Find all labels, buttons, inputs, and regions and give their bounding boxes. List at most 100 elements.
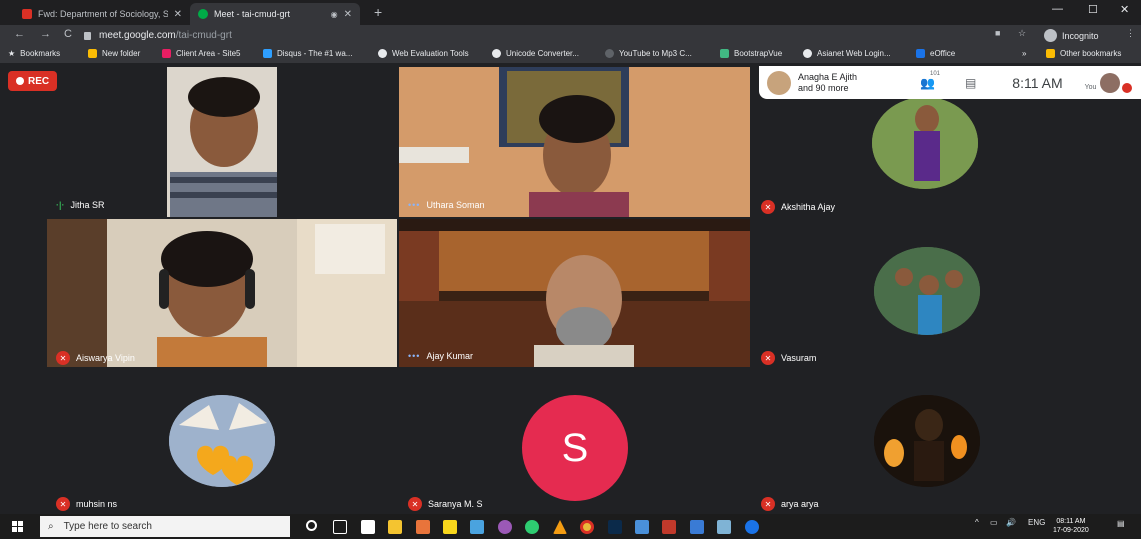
- bookmark-star-icon[interactable]: ☆: [1018, 28, 1026, 39]
- bookmark-item[interactable]: Asianet Web Login...: [803, 49, 891, 58]
- participant-tile[interactable]: ·|· Jitha SR: [47, 67, 397, 217]
- system-clock[interactable]: 08:11 AM 17-09-2020: [1053, 517, 1089, 535]
- participants-summary[interactable]: Anagha E Ajith and 90 more: [798, 72, 898, 94]
- bookmark-item[interactable]: eOffice: [916, 49, 955, 58]
- video-feed: [47, 67, 397, 217]
- sticky-notes-icon[interactable]: [443, 520, 457, 534]
- bookmark-item[interactable]: Unicode Converter...: [492, 49, 579, 58]
- menu-icon[interactable]: ⋮: [1126, 28, 1135, 39]
- store-icon[interactable]: [361, 520, 375, 534]
- app-icon[interactable]: [525, 520, 539, 534]
- tab-label: Fwd: Department of Sociology, S: [38, 9, 168, 19]
- participant-name: ✕ Akshitha Ajay: [761, 200, 835, 214]
- bookmark-item[interactable]: BootstrapVue: [720, 49, 782, 58]
- screen: Fwd: Department of Sociology, S ✕ Meet -…: [0, 0, 1141, 539]
- people-icon: 👥: [920, 75, 935, 90]
- tab-gmail[interactable]: Fwd: Department of Sociology, S ✕: [14, 3, 190, 25]
- search-placeholder: Type here to search: [63, 521, 152, 532]
- globe-icon: [605, 49, 614, 58]
- close-tab-icon[interactable]: ✕: [344, 9, 352, 20]
- bookmark-item[interactable]: Other bookmarks: [1046, 49, 1121, 58]
- record-dot-icon: [16, 77, 24, 85]
- bookmark-label: Client Area - Site5: [176, 49, 241, 58]
- participant-tile[interactable]: ••• Ajay Kumar: [399, 219, 750, 367]
- windows-start-icon[interactable]: [12, 521, 23, 532]
- photoshop-icon[interactable]: [608, 520, 622, 534]
- bookmark-item[interactable]: YouTube to Mp3 C...: [605, 49, 692, 58]
- edge-icon[interactable]: [745, 520, 759, 534]
- task-view-icon[interactable]: [333, 520, 347, 534]
- incognito-badge[interactable]: Incognito: [1044, 27, 1099, 44]
- camera-indicator-icon[interactable]: ■: [995, 28, 1000, 38]
- maximize-icon[interactable]: ☐: [1088, 3, 1098, 16]
- app-icon[interactable]: [470, 520, 484, 534]
- lock-icon: [84, 31, 91, 40]
- filezilla-icon[interactable]: [662, 520, 676, 534]
- bookmark-item[interactable]: New folder: [88, 49, 140, 58]
- bookmark-label: Other bookmarks: [1060, 49, 1122, 58]
- participant-tile[interactable]: ✕ arya arya: [752, 369, 1102, 514]
- app-icon[interactable]: [635, 520, 649, 534]
- participant-name: ✕ Saranya M. S: [408, 497, 483, 511]
- bookmark-item[interactable]: Disqus - The #1 wa...: [263, 49, 352, 58]
- bookmark-item[interactable]: Client Area - Site5: [162, 49, 240, 58]
- participant-tile[interactable]: ••• Uthara Soman: [399, 67, 750, 217]
- avatar-photo: [169, 395, 275, 487]
- new-tab-icon[interactable]: +: [374, 4, 382, 20]
- url-host: meet.google.com: [99, 30, 176, 41]
- participant-tile[interactable]: ✕ Aiswarya Vipin: [47, 219, 397, 367]
- participant-tile[interactable]: ✕ muhsin ns: [47, 369, 397, 514]
- video-feed: [47, 219, 397, 367]
- mic-off-badge-icon: [1122, 82, 1133, 93]
- app-icon[interactable]: [416, 520, 430, 534]
- chat-button[interactable]: ▤: [965, 76, 976, 90]
- eoffice-icon: [916, 49, 925, 58]
- site5-icon: [162, 49, 171, 58]
- recording-badge: REC: [8, 71, 58, 91]
- close-window-icon[interactable]: ✕: [1120, 3, 1129, 16]
- globe-icon: [492, 49, 501, 58]
- mic-off-icon: ✕: [761, 351, 775, 365]
- close-tab-icon[interactable]: ✕: [174, 9, 182, 20]
- taskbar-search[interactable]: ⌕ Type here to search: [40, 516, 290, 537]
- app-icon[interactable]: [498, 520, 512, 534]
- more-dots-icon: •••: [408, 200, 421, 210]
- folder-icon: [1046, 49, 1055, 58]
- file-explorer-icon[interactable]: [388, 520, 402, 534]
- mic-off-icon: ✕: [761, 200, 775, 214]
- mic-off-icon: ✕: [56, 351, 70, 365]
- vlc-icon[interactable]: [553, 520, 567, 534]
- back-icon[interactable]: ←: [14, 28, 25, 40]
- forward-icon[interactable]: →: [40, 28, 51, 40]
- incognito-label: Incognito: [1062, 30, 1099, 41]
- bookmark-item[interactable]: ★ Bookmarks: [8, 49, 60, 58]
- language-indicator[interactable]: ENG: [1028, 518, 1045, 527]
- people-button[interactable]: 👥 101: [920, 71, 940, 90]
- tab-recording-icon: ◉: [330, 9, 338, 19]
- bookmarks-bar: ★ Bookmarks New folder Client Area - Site…: [0, 46, 1141, 64]
- app-icon[interactable]: [717, 520, 731, 534]
- app-icon[interactable]: [690, 520, 704, 534]
- participant-avatar: [874, 395, 980, 487]
- cortana-icon[interactable]: [306, 520, 317, 531]
- volume-icon[interactable]: 🔊: [1006, 518, 1016, 527]
- bookmark-label: Bookmarks: [20, 49, 61, 58]
- battery-icon[interactable]: ▭: [990, 518, 998, 527]
- chrome-icon[interactable]: [580, 520, 594, 534]
- bookmark-item[interactable]: Web Evaluation Tools: [378, 49, 469, 58]
- bookmark-label: YouTube to Mp3 C...: [619, 49, 692, 58]
- tray-overflow-icon[interactable]: ^: [975, 518, 979, 527]
- reload-icon[interactable]: C: [64, 28, 72, 40]
- self-avatar[interactable]: [1100, 72, 1121, 93]
- avatar-photo: [874, 247, 980, 335]
- participant-initial-avatar: S: [522, 395, 628, 501]
- bookmark-label: BootstrapVue: [734, 49, 783, 58]
- minimize-icon[interactable]: —: [1052, 3, 1063, 15]
- incognito-icon: [1044, 29, 1057, 42]
- windows-taskbar: ⌕ Type here to search ^ ▭ 🔊 ENG 08:11 AM…: [0, 514, 1141, 539]
- address-bar[interactable]: meet.google.com /tai-cmud-grt: [84, 27, 984, 44]
- participant-tile[interactable]: ✕ Vasuram: [752, 219, 1102, 367]
- tab-meet[interactable]: Meet - tai-cmud-grt ◉ ✕: [190, 3, 360, 25]
- notifications-icon[interactable]: ▤: [1117, 519, 1125, 528]
- bookmarks-overflow[interactable]: »: [1022, 49, 1026, 58]
